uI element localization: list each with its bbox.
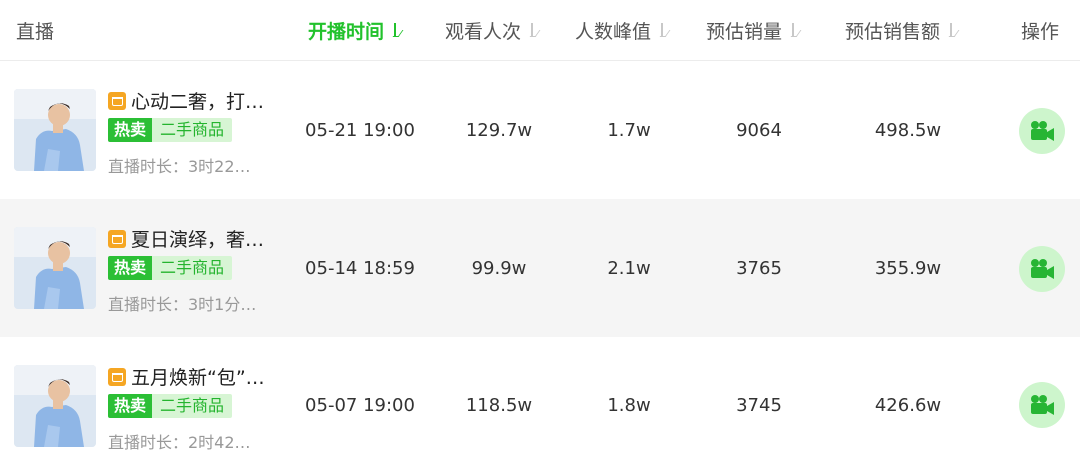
col-peak[interactable]: 人数峰值 xyxy=(575,0,668,60)
peak-value: 1.8w xyxy=(607,394,651,416)
col-peak-label: 人数峰值 xyxy=(575,20,652,43)
live-tags: 热卖 二手商品 xyxy=(108,118,233,142)
est-gmv-value: 498.5w xyxy=(874,119,942,141)
live-title[interactable]: 心动二奢，打… xyxy=(131,87,264,114)
col-actions: 操作 xyxy=(1021,0,1059,60)
category-tag: 二手商品 xyxy=(152,256,233,280)
views-value: 129.7w xyxy=(465,119,533,141)
start-time-value: 05-07 19:00 xyxy=(305,394,415,416)
col-est-gmv-label: 预估销售额 xyxy=(845,20,941,43)
est-gmv-value: 355.9w xyxy=(874,257,942,279)
hot-tag: 热卖 xyxy=(108,256,153,280)
sort-icon[interactable] xyxy=(789,21,799,39)
col-views[interactable]: 观看人次 xyxy=(445,0,538,60)
col-est-gmv[interactable]: 预估销售额 xyxy=(845,0,957,60)
peak-value: 1.7w xyxy=(607,119,651,141)
sort-icon[interactable] xyxy=(658,21,668,39)
live-cover-thumbnail[interactable] xyxy=(14,89,96,171)
shopping-cart-icon xyxy=(108,367,126,386)
est-sales-value: 3765 xyxy=(736,257,782,279)
shopping-cart-icon xyxy=(108,91,126,110)
col-views-label: 观看人次 xyxy=(445,20,522,43)
view-replay-button[interactable] xyxy=(1019,108,1065,154)
view-replay-button[interactable] xyxy=(1019,246,1065,292)
live-cover-thumbnail[interactable] xyxy=(14,227,96,309)
table-row[interactable]: 五月焕新“包”… 热卖 二手商品 直播时长：2时42… 05-07 19:00 … xyxy=(0,337,1080,462)
hot-tag: 热卖 xyxy=(108,118,153,142)
table-header: 直播 开播时间 观看人次 人数峰值 预估销量 预估销售额 操作 xyxy=(0,0,1080,61)
category-tag: 二手商品 xyxy=(152,394,233,418)
live-title-line[interactable]: 心动二奢，打… xyxy=(108,87,264,114)
category-tag: 二手商品 xyxy=(152,118,233,142)
live-tags: 热卖 二手商品 xyxy=(108,256,233,280)
video-camera-icon xyxy=(1031,121,1054,141)
col-live-label: 直播 xyxy=(16,20,55,43)
live-stream-table: 直播 开播时间 观看人次 人数峰值 预估销量 预估销售额 操作 心动二奢，打… … xyxy=(0,0,1080,462)
views-value: 99.9w xyxy=(471,257,527,279)
peak-value: 2.1w xyxy=(607,257,651,279)
sort-desc-icon[interactable] xyxy=(391,21,401,39)
live-cover-thumbnail[interactable] xyxy=(14,365,96,447)
views-value: 118.5w xyxy=(465,394,533,416)
live-duration: 直播时长：3时22… xyxy=(108,157,251,176)
video-camera-icon xyxy=(1031,259,1054,279)
sort-icon[interactable] xyxy=(947,21,957,39)
shopping-cart-icon xyxy=(108,229,126,248)
col-est-sales-label: 预估销量 xyxy=(706,20,783,43)
start-time-value: 05-21 19:00 xyxy=(305,119,415,141)
col-est-sales[interactable]: 预估销量 xyxy=(706,0,799,60)
est-gmv-value: 426.6w xyxy=(874,394,942,416)
view-replay-button[interactable] xyxy=(1019,382,1065,428)
live-tags: 热卖 二手商品 xyxy=(108,394,233,418)
live-title[interactable]: 五月焕新“包”… xyxy=(131,363,265,390)
table-row[interactable]: 心动二奢，打… 热卖 二手商品 直播时长：3时22… 05-21 19:00 1… xyxy=(0,61,1080,199)
live-duration: 直播时长：2时42… xyxy=(108,433,251,452)
col-actions-label: 操作 xyxy=(1021,20,1060,43)
live-title-line[interactable]: 夏日演绎，奢… xyxy=(108,225,264,252)
live-duration: 直播时长：3时1分… xyxy=(108,295,257,314)
est-sales-value: 3745 xyxy=(736,394,782,416)
video-camera-icon xyxy=(1031,395,1054,415)
start-time-value: 05-14 18:59 xyxy=(305,257,415,279)
hot-tag: 热卖 xyxy=(108,394,153,418)
est-sales-value: 9064 xyxy=(736,119,782,141)
table-row[interactable]: 夏日演绎，奢… 热卖 二手商品 直播时长：3时1分… 05-14 18:59 9… xyxy=(0,199,1080,337)
live-title[interactable]: 夏日演绎，奢… xyxy=(131,225,264,252)
sort-icon[interactable] xyxy=(528,21,538,39)
live-title-line[interactable]: 五月焕新“包”… xyxy=(108,363,265,390)
col-live: 直播 xyxy=(16,0,54,60)
col-start-time[interactable]: 开播时间 xyxy=(308,0,401,60)
col-start-time-label: 开播时间 xyxy=(308,20,385,43)
